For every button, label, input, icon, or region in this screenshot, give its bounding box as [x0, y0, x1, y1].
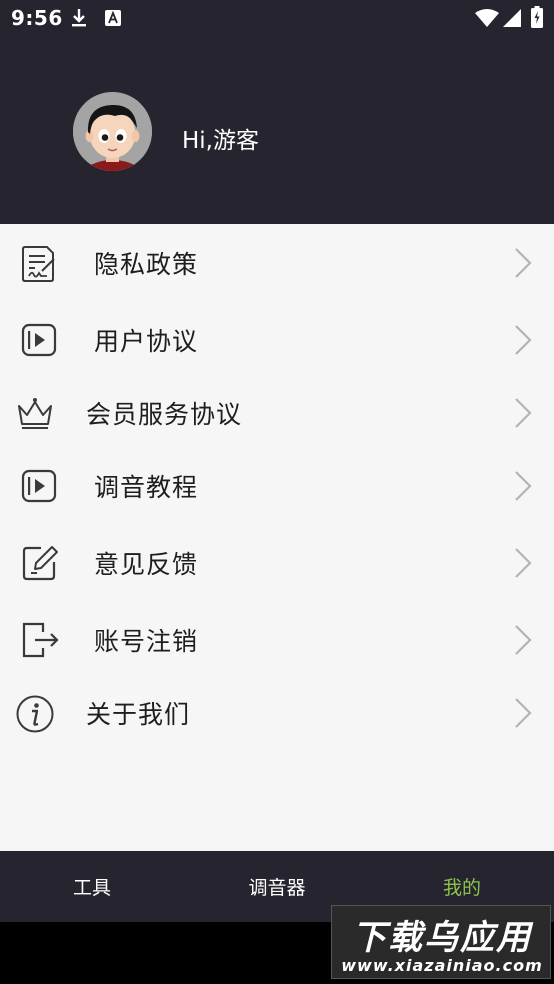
avatar[interactable] [73, 92, 152, 171]
status-time: 9:56 [11, 6, 63, 30]
info-icon [16, 695, 54, 733]
avatar-image [73, 92, 152, 171]
signal-icon [503, 9, 521, 27]
menu-item-privacy-policy[interactable]: 隐私政策 [0, 226, 554, 300]
watermark-url: www.xiazainiao.com [341, 956, 543, 975]
watermark-logo: 下载乌应用 www.xiazainiao.com [331, 905, 551, 979]
chevron-right-icon [515, 625, 532, 655]
crown-icon [18, 398, 52, 429]
menu-item-user-agreement[interactable]: 用户协议 [0, 303, 554, 377]
chevron-right-icon [515, 248, 532, 278]
battery-icon [531, 6, 543, 28]
a-icon [105, 10, 121, 26]
logout-icon [22, 622, 59, 658]
menu-item-label: 关于我们 [86, 700, 191, 729]
menu-item-account-deletion[interactable]: 账号注销 [0, 603, 554, 677]
menu-item-membership-agreement[interactable]: 会员服务协议 [0, 376, 554, 450]
document-sign-icon [22, 246, 55, 282]
profile-header: 9:56 Hi,游客 [0, 0, 554, 224]
menu-item-label: 会员服务协议 [86, 400, 243, 429]
status-bar: 9:56 [0, 0, 554, 38]
chevron-right-icon [515, 471, 532, 501]
edit-icon [22, 546, 58, 581]
tab-tuner[interactable]: 调音器 [217, 873, 337, 900]
chevron-right-icon [515, 398, 532, 428]
chevron-right-icon [515, 698, 532, 728]
download-icon [72, 9, 86, 27]
menu-item-label: 用户协议 [94, 327, 199, 356]
play-box-icon [21, 469, 57, 503]
menu-item-tuning-tutorial[interactable]: 调音教程 [0, 449, 554, 523]
chevron-right-icon [515, 548, 532, 578]
tab-tools[interactable]: 工具 [32, 873, 152, 900]
menu-item-label: 调音教程 [94, 473, 199, 502]
greeting-text: Hi,游客 [182, 128, 259, 154]
wifi-icon [475, 9, 499, 27]
play-box-icon [21, 323, 57, 357]
watermark-title: 下载乌应用 [352, 918, 532, 958]
menu-item-label: 账号注销 [94, 627, 199, 656]
menu-item-label: 隐私政策 [94, 250, 199, 279]
menu-item-feedback[interactable]: 意见反馈 [0, 526, 554, 600]
chevron-right-icon [515, 325, 532, 355]
tab-mine[interactable]: 我的 [402, 873, 522, 900]
menu-item-about-us[interactable]: 关于我们 [0, 676, 554, 750]
menu-item-label: 意见反馈 [94, 550, 199, 579]
